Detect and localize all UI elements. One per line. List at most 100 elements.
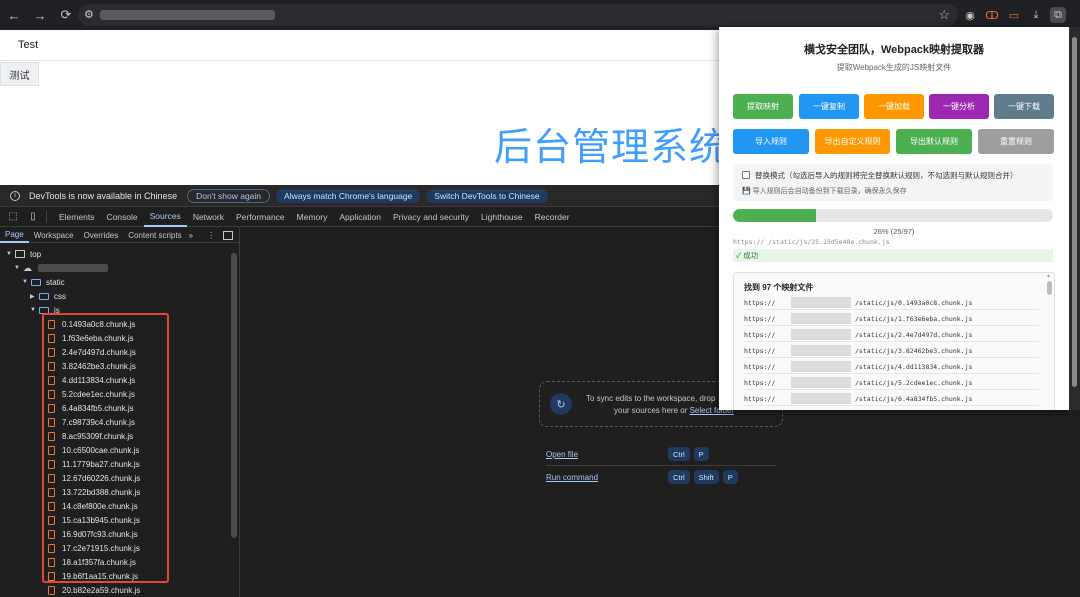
reload-icon[interactable]: ⟳ bbox=[54, 3, 78, 27]
tab-application[interactable]: Application bbox=[333, 207, 387, 227]
tree-file-item[interactable]: 13.722bd388.chunk.js bbox=[48, 485, 140, 499]
result-row[interactable]: https:// /static/js/3.82462be3.chunk.js bbox=[744, 343, 1039, 358]
tree-file-item[interactable]: 14.c8ef800e.chunk.js bbox=[48, 499, 138, 513]
tree-file-item[interactable]: 11.1779ba27.chunk.js bbox=[48, 457, 140, 471]
page-tab[interactable]: 测试 bbox=[0, 62, 39, 86]
tree-file-item[interactable]: 20.b82e2a59.chunk.js bbox=[48, 583, 140, 597]
tab-performance[interactable]: Performance bbox=[230, 207, 291, 227]
forward-icon[interactable]: → bbox=[28, 3, 52, 27]
more-tabs-icon[interactable]: » bbox=[189, 231, 193, 240]
extension-area: ◉ ↀ ▭ ⤓ ⧉ bbox=[962, 4, 1066, 26]
file-name: 15.ca13b945.chunk.js bbox=[62, 515, 140, 525]
tree-file-item[interactable]: 2.4e7d497d.chunk.js bbox=[48, 345, 136, 359]
tree-file-item[interactable]: 10.c6500cae.chunk.js bbox=[48, 443, 139, 457]
switch-to-chinese-button[interactable]: Switch DevTools to Chinese bbox=[426, 188, 548, 203]
dont-show-again-button[interactable]: Don't show again bbox=[187, 188, 271, 203]
extension-icon[interactable]: ◉ bbox=[962, 7, 978, 23]
tree-file-item[interactable]: 3.82462be3.chunk.js bbox=[48, 359, 136, 373]
result-path: /static/js/3.82462be3.chunk.js bbox=[855, 347, 973, 355]
tree-item-top[interactable]: ▼ top bbox=[6, 247, 41, 261]
back-icon[interactable]: ← bbox=[2, 3, 26, 27]
tab-privacy-security[interactable]: Privacy and security bbox=[387, 207, 475, 227]
tree-file-item[interactable]: 16.9d07fc93.chunk.js bbox=[48, 527, 138, 541]
tab-console[interactable]: Console bbox=[100, 207, 143, 227]
tree-item-static[interactable]: ▼ static bbox=[22, 275, 65, 289]
import-rules-button[interactable]: 导入规则 bbox=[733, 129, 809, 154]
load-all-button[interactable]: 一键加载 bbox=[864, 94, 924, 119]
site-settings-icon[interactable]: ⚙ bbox=[84, 8, 94, 21]
result-row[interactable]: https:// /static/js/4.dd113834.chunk.js bbox=[744, 359, 1039, 374]
nav-tab-content-scripts[interactable]: Content scripts bbox=[123, 228, 186, 243]
js-file-icon bbox=[48, 571, 55, 581]
page-title: 后台管理系统 bbox=[494, 125, 729, 169]
tab-network[interactable]: Network bbox=[187, 207, 230, 227]
tree-file-item[interactable]: 5.2cdee1ec.chunk.js bbox=[48, 387, 135, 401]
nav-tab-workspace[interactable]: Workspace bbox=[29, 228, 79, 243]
tree-file-item[interactable]: 0.1493a0c8.chunk.js bbox=[48, 317, 135, 331]
js-file-icon bbox=[48, 473, 55, 483]
result-row[interactable]: https:// /static/js/5.2cdee1ec.chunk.js bbox=[744, 375, 1039, 390]
page-header-title: Test bbox=[18, 39, 39, 51]
scroll-up-icon[interactable]: ▲ bbox=[1046, 273, 1051, 279]
progress-bar bbox=[733, 209, 1053, 222]
download-all-button[interactable]: 一键下载 bbox=[994, 94, 1054, 119]
results-scrollbar[interactable] bbox=[1047, 281, 1052, 295]
tree-file-item[interactable]: 6.4a834fb5.chunk.js bbox=[48, 401, 134, 415]
tree-file-item[interactable]: 12.67d60226.chunk.js bbox=[48, 471, 140, 485]
expand-arrow-icon: ▼ bbox=[22, 279, 28, 285]
tree-file-item[interactable]: 8.ac95309f.chunk.js bbox=[48, 429, 133, 443]
infobar-message: DevTools is now available in Chinese bbox=[29, 190, 178, 201]
nav-tab-overrides[interactable]: Overrides bbox=[79, 228, 124, 243]
tree-item-css[interactable]: ▶ css bbox=[30, 289, 66, 303]
analyze-all-button[interactable]: 一键分析 bbox=[929, 94, 989, 119]
reset-rules-button[interactable]: 重置规则 bbox=[978, 129, 1054, 154]
result-row[interactable]: https:// /static/js/6.4a834fb5.chunk.js bbox=[744, 391, 1039, 406]
export-default-rules-button[interactable]: 导出默认规则 bbox=[896, 129, 972, 154]
tree-file-item[interactable]: 17.c2e71915.chunk.js bbox=[48, 541, 140, 555]
open-file-link[interactable]: Open file bbox=[546, 450, 578, 459]
folder-icon bbox=[31, 278, 41, 286]
toggle-sidebar-icon[interactable] bbox=[223, 230, 234, 240]
tab-lighthouse[interactable]: Lighthouse bbox=[475, 207, 529, 227]
tab-recorder[interactable]: Recorder bbox=[529, 207, 576, 227]
tree-item-host[interactable]: ▼ ☁ bbox=[14, 261, 108, 275]
tree-file-item[interactable]: 15.ca13b945.chunk.js bbox=[48, 513, 140, 527]
tree-file-item[interactable]: 19.b6f1aa15.chunk.js bbox=[48, 569, 138, 583]
tree-item-js[interactable]: ▼ js bbox=[30, 303, 60, 317]
run-command-link[interactable]: Run command bbox=[546, 473, 598, 482]
popup-scrollbar[interactable] bbox=[1069, 27, 1080, 410]
download-icon[interactable]: ⤓ bbox=[1028, 7, 1044, 23]
export-custom-rules-button[interactable]: 导出自定义规则 bbox=[815, 129, 890, 154]
nav-tab-page[interactable]: Page bbox=[0, 228, 29, 243]
extension-icon[interactable]: ▭ bbox=[1006, 7, 1022, 23]
result-row[interactable]: https:// /static/js/1.f63e6eba.chunk.js bbox=[744, 311, 1039, 326]
replace-mode-checkbox[interactable] bbox=[742, 171, 750, 179]
file-name: 16.9d07fc93.chunk.js bbox=[62, 529, 138, 539]
popup-scrollbar-thumb[interactable] bbox=[1072, 37, 1077, 387]
divider bbox=[546, 465, 776, 466]
extract-mappings-button[interactable]: 提取映射 bbox=[733, 94, 793, 119]
tree-file-item[interactable]: 1.f63e6eba.chunk.js bbox=[48, 331, 134, 345]
copy-all-button[interactable]: 一键复制 bbox=[799, 94, 859, 119]
tab-memory[interactable]: Memory bbox=[291, 207, 334, 227]
host-redacted bbox=[791, 377, 851, 388]
match-language-button[interactable]: Always match Chrome's language bbox=[276, 188, 421, 203]
extension-icon[interactable]: ↀ bbox=[984, 7, 1000, 23]
tree-file-item[interactable]: 7.c98739c4.chunk.js bbox=[48, 415, 135, 429]
kebab-menu-icon[interactable]: ⋮ bbox=[207, 231, 215, 240]
inspect-element-icon[interactable]: ⬚ bbox=[6, 210, 20, 224]
expand-arrow-icon: ▼ bbox=[6, 251, 12, 257]
host-redacted bbox=[791, 313, 851, 324]
result-row[interactable]: https:// /static/js/2.4e7d497d.chunk.js bbox=[744, 327, 1039, 342]
bookmark-star-icon[interactable]: ☆ bbox=[938, 7, 950, 23]
tree-file-item[interactable]: 18.a1f357fa.chunk.js bbox=[48, 555, 136, 569]
navigator-scrollbar[interactable] bbox=[231, 253, 237, 538]
tab-sources[interactable]: Sources bbox=[143, 207, 187, 227]
address-bar[interactable]: ⚙ ☆ bbox=[78, 4, 958, 26]
tab-elements[interactable]: Elements bbox=[53, 207, 100, 227]
result-row[interactable]: https:// /static/js/0.1493a0c8.chunk.js bbox=[744, 295, 1039, 310]
js-file-icon bbox=[48, 529, 55, 539]
tree-file-item[interactable]: 4.dd113834.chunk.js bbox=[48, 373, 135, 387]
device-toolbar-icon[interactable]: ▯ bbox=[26, 210, 40, 224]
webpack-extractor-extension-icon[interactable]: ⧉ bbox=[1050, 7, 1066, 23]
